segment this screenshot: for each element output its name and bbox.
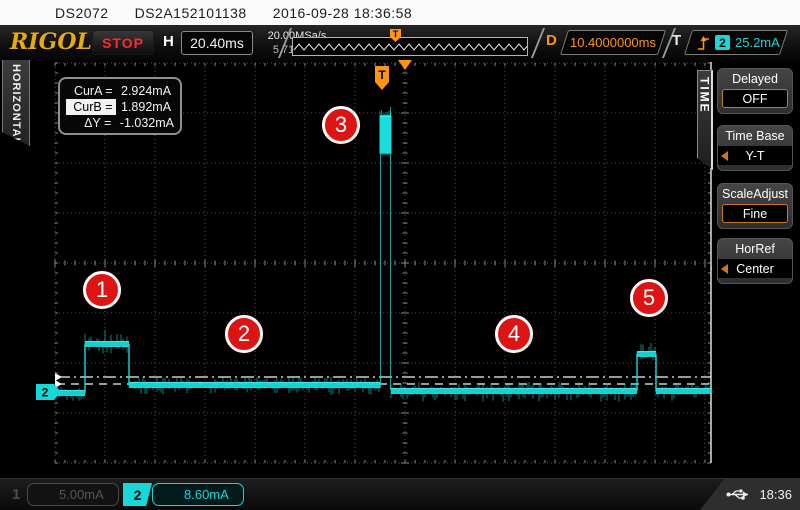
cursor-measurement-box[interactable]: CurA = 2.924mA CurB = 1.892mA ΔY = -1.03… — [58, 77, 182, 135]
horizontal-menu-tab[interactable]: HORIZONTAL — [2, 60, 30, 146]
cursor-delta-label: ΔY = — [66, 115, 115, 131]
annotation-circle-1: 1 — [83, 271, 121, 309]
overview-zigzag — [293, 38, 527, 55]
annotation-circle-3: 3 — [322, 106, 360, 144]
left-arrow-icon — [721, 264, 728, 274]
delay-label: D — [546, 32, 557, 49]
channel-status-bar: 1 5.00mA 2 8.60mA 18:36 — [0, 478, 800, 510]
cursor-b-label: CurB = — [66, 99, 116, 115]
trigger-label: T — [672, 32, 681, 49]
menu-item-time-base[interactable]: Time Base Y-T — [717, 125, 793, 171]
overview-trigger-marker-icon[interactable]: T — [389, 28, 402, 43]
channel1-status[interactable]: 5.00mA — [27, 483, 119, 506]
model-name: DS2072 — [55, 5, 109, 21]
time-menu-tab[interactable]: TIME — [697, 70, 713, 170]
waveform-overview-strip[interactable] — [292, 37, 528, 56]
serial-number: DS2A152101138 — [135, 5, 247, 21]
menu-item-scale-adjust[interactable]: ScaleAdjust Fine — [717, 183, 793, 229]
run-state-button[interactable]: STOP — [92, 30, 154, 55]
caption-bar: DS2072 DS2A152101138 2016-09-28 18:36:58 — [0, 0, 800, 25]
horref-value: Center — [718, 259, 792, 278]
timebase-readout[interactable]: 20.40ms — [181, 31, 253, 55]
capture-datetime: 2016-09-28 18:36:58 — [273, 5, 413, 21]
cursor-a-row: CurA = 2.924mA — [66, 83, 174, 99]
time-base-value: Y-T — [718, 146, 792, 165]
menu-item-delayed[interactable]: Delayed OFF — [717, 68, 793, 114]
channel2-status[interactable]: 8.60mA — [152, 483, 244, 506]
cursor-delta-row: ΔY = -1.032mA — [66, 115, 174, 131]
left-arrow-icon — [721, 151, 728, 161]
cursor-a-label: CurA = — [66, 83, 116, 99]
header-divider — [531, 28, 545, 58]
menu-item-horref[interactable]: HorRef Center — [717, 238, 793, 284]
channel1-scale: 5.00mA — [59, 487, 104, 502]
trigger-level-readout: 25.2mA — [735, 35, 780, 50]
cursor-b-row: CurB = 1.892mA — [66, 99, 174, 115]
channel2-number[interactable]: 2 — [123, 483, 152, 506]
svg-text:2: 2 — [42, 386, 49, 400]
svg-text:T: T — [393, 29, 399, 39]
horizontal-label: H — [163, 33, 174, 50]
trigger-slope-icon — [697, 35, 710, 51]
annotation-circle-5: 5 — [630, 279, 668, 317]
rigol-logo: RIGOL — [10, 29, 92, 55]
trigger-delay-readout[interactable]: 10.4000000ms — [560, 30, 666, 55]
usb-icon — [726, 488, 752, 501]
cursor-b-value: 1.892mA — [121, 99, 171, 115]
annotation-circle-2: 2 — [225, 315, 263, 353]
channel1-number[interactable]: 1 — [12, 486, 20, 503]
trigger-settings-readout[interactable]: 2 25.2mA — [684, 30, 788, 55]
status-header: RIGOL STOP H 20.40ms 20.00MSa/s 5.71M pt… — [0, 25, 800, 62]
cursor-a-value: 2.924mA — [121, 83, 171, 99]
clock-display: 18:36 — [759, 487, 792, 502]
trigger-source-chip: 2 — [715, 35, 730, 50]
scale-adjust-value: Fine — [722, 204, 788, 223]
softkey-menu-panel: Delayed OFF Time Base Y-T ScaleAdjust Fi… — [712, 62, 800, 478]
oscilloscope-screen: DS2072 DS2A152101138 2016-09-28 18:36:58… — [0, 0, 800, 510]
annotation-circle-4: 4 — [495, 315, 533, 353]
delayed-value: OFF — [722, 89, 788, 108]
cursor-delta-value: -1.032mA — [120, 115, 174, 131]
channel2-scale: 8.60mA — [184, 487, 229, 502]
svg-text:T: T — [378, 68, 386, 82]
